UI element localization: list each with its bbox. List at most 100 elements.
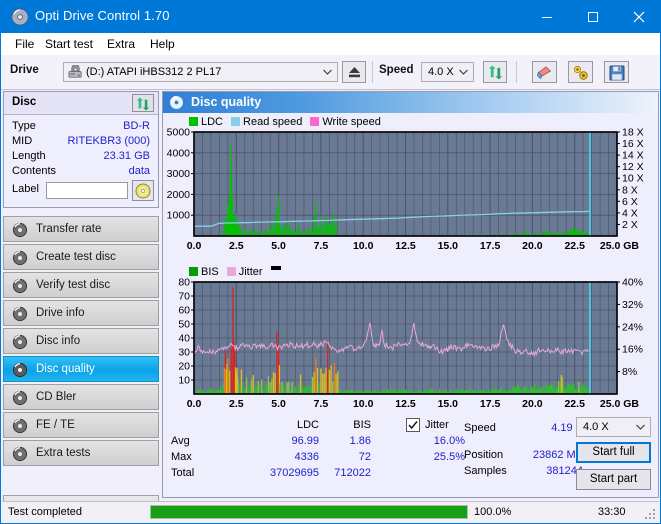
minimize-button[interactable] [524,1,570,33]
disc-icon [12,334,28,350]
sidebar-label: Extra tests [36,447,91,459]
eraser-icon [537,66,552,80]
svg-text:40: 40 [178,333,190,345]
legend-label-bis: BIS [201,266,219,278]
results-col-ldc: LDC [296,419,319,431]
menu-start-test[interactable]: Start test [39,36,99,53]
svg-text:5000: 5000 [167,128,191,139]
svg-text:17.5: 17.5 [480,240,501,252]
legend-label-ldc: LDC [201,116,224,128]
title-bar: Opti Drive Control 1.70 [1,1,661,33]
menu-extra[interactable]: Extra [101,36,141,53]
bottom-chart: 10 20 30 40 50 60 70 80 8% 16% 24% 32% 40% 0.0 2.5 5.0 7… [163,277,658,413]
erase-button[interactable] [532,61,557,83]
svg-text:18 X: 18 X [622,128,644,139]
disc-row-value-contents: data [128,165,150,177]
sidebar-item-disc-info[interactable]: Disc info [3,328,159,354]
legend-bis: BIS [189,266,219,278]
sidebar-item-drive-info[interactable]: Drive info [3,300,159,326]
samples-stat-value: 381244 [546,465,583,477]
sidebar-item-cd-bler[interactable]: CD Bler [3,384,159,410]
disc-media-button[interactable] [132,180,154,201]
disc-row-label-mid: MID [12,135,33,147]
svg-text:17.5: 17.5 [480,398,501,410]
sidebar-label: Drive info [36,307,85,319]
label-input[interactable] [46,182,128,199]
tools-button[interactable] [568,61,593,83]
sidebar-label: Disc info [36,335,81,347]
sidebar-item-verify-test-disc[interactable]: Verify test disc [3,272,159,298]
eject-button[interactable] [342,61,366,83]
refresh-button[interactable] [483,61,507,83]
disc-icon [12,362,28,378]
svg-text:12.5: 12.5 [395,240,416,252]
top-chart-legend: LDC Read speed Write speed [189,116,389,128]
svg-text:2.5: 2.5 [229,398,244,410]
disc-panel-title: Disc [12,96,37,108]
svg-text:8%: 8% [622,366,637,378]
svg-text:5.0: 5.0 [271,398,286,410]
start-full-button[interactable]: Start full [576,442,651,463]
progress-fill [151,506,467,518]
svg-text:30: 30 [178,347,190,359]
sidebar-label: Transfer rate [36,223,102,235]
sidebar-item-create-test-disc[interactable]: Create test disc [3,244,159,270]
test-speed-select[interactable]: 4.0 X [576,417,651,437]
svg-text:20: 20 [178,361,190,373]
maximize-button[interactable] [570,1,616,33]
svg-text:4 X: 4 X [622,207,638,219]
refresh-icon [136,97,150,111]
svg-text:12 X: 12 X [622,161,644,173]
disc-row-label-length: Length [12,150,46,162]
results-max-jitter: 25.5% [433,451,465,463]
disc-icon [12,222,28,238]
legend-swatch-bis [189,267,198,276]
legend-swatch-jitter [226,267,236,276]
svg-text:25.0 GB: 25.0 GB [600,398,640,410]
disc-icon [12,306,28,322]
disc-panel-header: Disc [4,92,158,115]
sidebar-item-fe-te[interactable]: FE / TE [3,412,159,438]
drive-select[interactable]: (D:) ATAPI iHBS312 2 PL17 [63,62,338,82]
menu-file[interactable]: File [9,36,40,53]
svg-text:22.5: 22.5 [564,398,585,410]
disc-row-label-type: Type [12,120,36,132]
svg-text:4000: 4000 [167,147,191,159]
svg-text:10 X: 10 X [622,173,644,185]
close-button[interactable] [616,1,661,33]
speed-stat-label: Speed [464,422,496,434]
speed-stat-value: 4.19 X [551,422,583,434]
menu-help[interactable]: Help [144,36,181,53]
disc-refresh-button[interactable] [132,94,154,112]
resize-grip[interactable] [645,509,656,520]
legend-write-speed: Write speed [310,116,381,128]
disc-row-value-mid: RITEKBR3 (000) [67,135,150,147]
position-stat-label: Position [464,449,504,461]
toolbar: Drive (D:) ATAPI iHBS312 2 PL17 Speed 4.… [1,55,660,90]
speed-select[interactable]: 4.0 X [421,62,474,82]
svg-text:40%: 40% [622,278,643,289]
svg-text:15.0: 15.0 [438,240,459,252]
results-row-label-max: Max [171,451,192,463]
svg-text:14 X: 14 X [622,150,644,162]
save-button[interactable] [604,61,629,83]
sidebar-label: Create test disc [36,251,116,263]
sidebar-item-transfer-rate[interactable]: Transfer rate [3,216,159,242]
legend-swatch-write-speed [310,117,320,126]
drive-label: Drive [10,64,39,76]
drive-icon [68,65,82,78]
svg-text:3000: 3000 [167,168,191,180]
results-max-bis: 72 [358,451,371,463]
results-total-bis: 712022 [334,467,371,479]
start-part-button[interactable]: Start part [576,469,651,490]
results-max-ldc: 4336 [294,451,319,463]
sidebar-item-disc-quality[interactable]: Disc quality [3,356,159,382]
results-avg-bis: 1.86 [349,435,371,447]
jitter-checkbox[interactable] [406,418,420,432]
svg-text:6 X: 6 X [622,196,638,208]
panel-title: Disc quality [191,95,262,109]
sidebar-label: FE / TE [36,419,75,431]
drive-value: (D:) ATAPI iHBS312 2 PL17 [86,66,222,78]
progress-bar [150,505,468,519]
sidebar-item-extra-tests[interactable]: Extra tests [3,440,159,466]
